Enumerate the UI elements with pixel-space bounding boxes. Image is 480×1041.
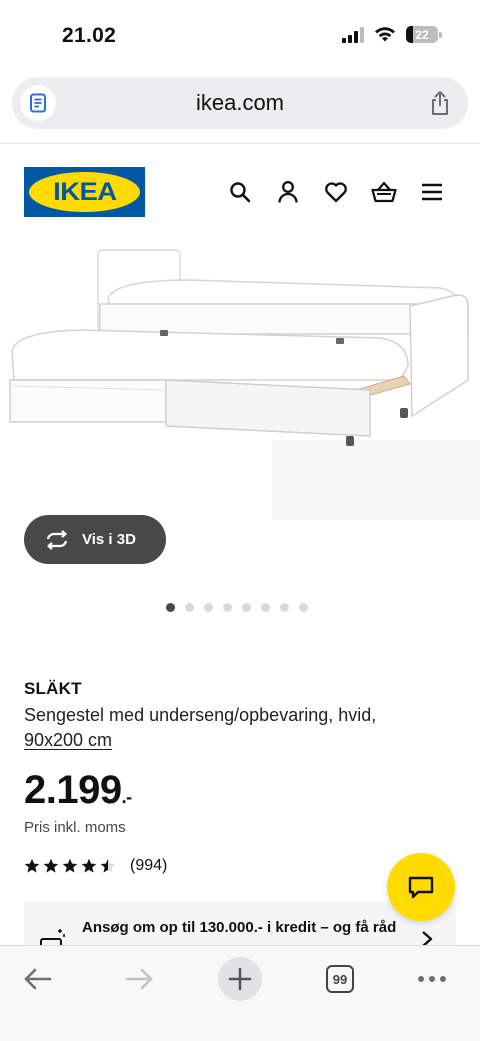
- arrow-right-icon: [125, 968, 153, 990]
- forward-button[interactable]: [117, 957, 161, 1001]
- review-count[interactable]: (994): [130, 857, 167, 875]
- credit-text: Ansøg om op til 130.000.- i kredit – og …: [82, 919, 397, 946]
- shopping-basket-icon: [371, 181, 397, 203]
- chevron-right-icon: [422, 931, 433, 946]
- wifi-icon: [375, 27, 395, 42]
- new-tab-button[interactable]: [218, 957, 262, 1001]
- product-size-link[interactable]: 90x200 cm: [24, 730, 112, 750]
- price-value: 2.199: [24, 768, 122, 812]
- search-button[interactable]: [226, 178, 254, 206]
- star-icon: [100, 858, 116, 873]
- star-icon: [62, 858, 78, 873]
- product-name: SLÄKT: [24, 679, 82, 698]
- carousel-dot[interactable]: [223, 603, 232, 612]
- hamburger-menu-icon: [422, 183, 442, 201]
- search-icon: [230, 182, 251, 203]
- view-in-3d-label: Vis i 3D: [82, 531, 136, 548]
- carousel-dot[interactable]: [166, 603, 175, 612]
- credit-banner[interactable]: Ansøg om op til 130.000.- i kredit – og …: [24, 902, 456, 946]
- logo-text: IKEA: [52, 177, 117, 206]
- chat-button[interactable]: [387, 853, 455, 921]
- more-options-button[interactable]: [410, 957, 454, 1001]
- credit-card-icon: [40, 929, 65, 946]
- cellular-signal-icon: [342, 26, 364, 43]
- menu-button[interactable]: [418, 178, 446, 206]
- tabs-button[interactable]: 99: [318, 957, 362, 1001]
- cart-button[interactable]: [370, 178, 398, 206]
- product-image[interactable]: [0, 240, 480, 520]
- battery-icon: 22: [406, 26, 438, 43]
- product-description-text: Sengestel med underseng/opbevaring, hvid…: [24, 705, 377, 725]
- image-carousel-indicator[interactable]: [166, 603, 308, 612]
- carousel-dot[interactable]: [299, 603, 308, 612]
- status-icons: 22: [342, 26, 442, 43]
- carousel-dot[interactable]: [280, 603, 289, 612]
- url-text[interactable]: ikea.com: [12, 90, 468, 116]
- header-nav: [226, 178, 446, 206]
- share-icon: [432, 91, 448, 115]
- rating-stars: [24, 858, 116, 874]
- more-dots-icon: [418, 976, 446, 982]
- chat-bubble-icon: [408, 876, 434, 899]
- product-rating[interactable]: (994): [24, 857, 167, 875]
- ikea-logo[interactable]: IKEA: [24, 167, 145, 217]
- star-icon: [24, 858, 40, 873]
- account-icon: [278, 181, 298, 203]
- heart-icon: [325, 182, 347, 203]
- price-note: Pris inkl. moms: [24, 819, 126, 836]
- carousel-dot[interactable]: [261, 603, 270, 612]
- carousel-dot[interactable]: [204, 603, 213, 612]
- favourites-button[interactable]: [322, 178, 350, 206]
- price-suffix: .-: [121, 787, 133, 807]
- status-time: 21.02: [62, 24, 117, 47]
- arrow-left-icon: [24, 968, 52, 990]
- star-icon: [43, 858, 59, 873]
- tab-count: 99: [326, 965, 354, 993]
- account-button[interactable]: [274, 178, 302, 206]
- product-description: Sengestel med underseng/opbevaring, hvid…: [24, 703, 464, 753]
- share-button[interactable]: [426, 89, 454, 117]
- carousel-dot[interactable]: [242, 603, 251, 612]
- plus-icon: [228, 967, 252, 991]
- status-bar: 21.02 22: [0, 0, 480, 70]
- address-bar[interactable]: ikea.com: [12, 77, 468, 129]
- back-button[interactable]: [16, 957, 60, 1001]
- header-divider: [0, 143, 480, 144]
- product-price: 2.199.-: [24, 768, 132, 813]
- carousel-dot[interactable]: [185, 603, 194, 612]
- rotate-3d-icon: [46, 529, 68, 550]
- view-in-3d-button[interactable]: Vis i 3D: [24, 515, 166, 564]
- battery-percent: 22: [415, 27, 429, 42]
- browser-toolbar: 99: [0, 945, 480, 1041]
- star-icon: [81, 858, 97, 873]
